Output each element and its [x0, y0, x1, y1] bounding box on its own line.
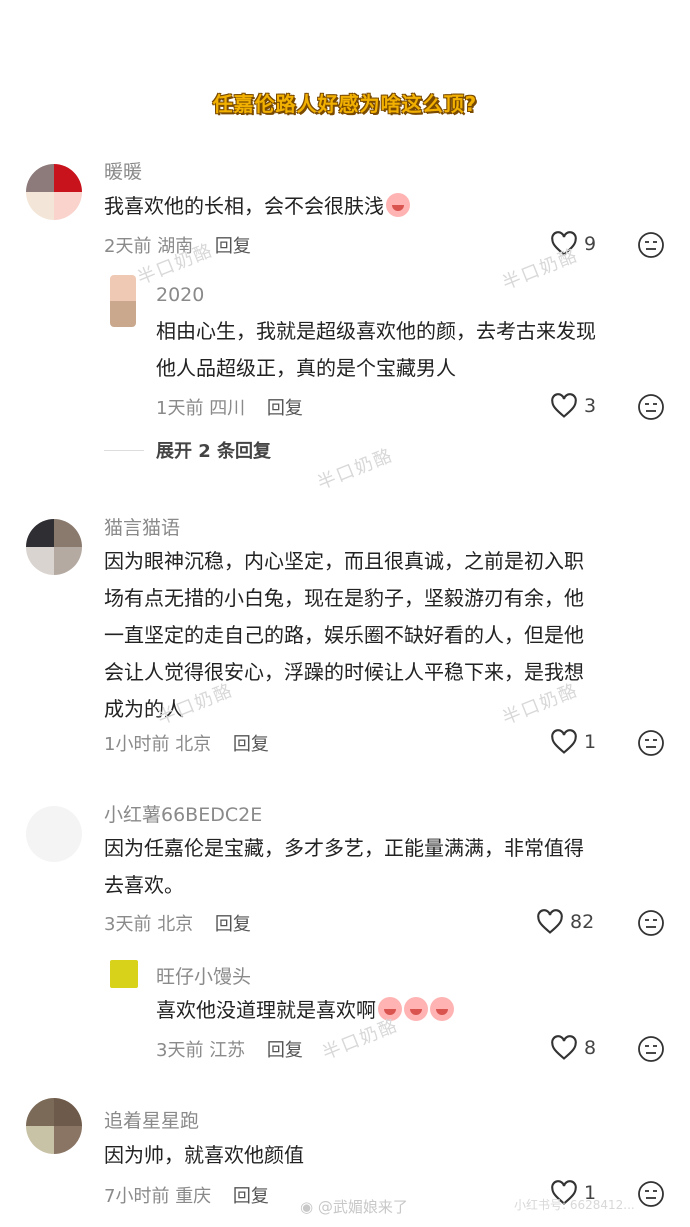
comment-time: 3天前 [104, 914, 152, 935]
header: 任嘉伦路人好感为啥这么顶? [0, 88, 690, 117]
comment-time: 2天前 [104, 236, 152, 257]
comment-text-line: 场有点无措的小白兔，现在是豹子，坚毅游刃有余，他 [104, 586, 584, 610]
like-button[interactable]: 82 [536, 909, 594, 935]
like-count: 8 [584, 1037, 597, 1059]
like-button[interactable]: 8 [550, 1035, 596, 1061]
reply-button[interactable]: 回复 [233, 1186, 269, 1207]
meh-face-icon[interactable] [637, 393, 665, 421]
reply-author[interactable]: 旺仔小馒头 [156, 962, 251, 989]
comment-location: 北京 [175, 734, 212, 755]
comment-text-line: 去喜欢。 [104, 873, 184, 897]
comment-text: 因为任嘉伦是宝藏，多才多艺，正能量满满，非常值得 去喜欢。 [104, 830, 584, 904]
meh-face-icon[interactable] [637, 909, 665, 937]
expand-replies[interactable]: 展开 2 条回复 [104, 437, 271, 463]
reply-avatar[interactable] [110, 960, 138, 988]
comment-author[interactable]: 小红薯66BEDC2E [104, 800, 262, 827]
comment-meta: 1小时前 北京 回复 [104, 730, 269, 756]
expand-replies-label: 展开 2 条回复 [156, 441, 272, 462]
reply-author[interactable]: 2020 [156, 284, 204, 306]
reply-button[interactable]: 回复 [267, 398, 303, 419]
meh-face-icon[interactable] [637, 729, 665, 757]
weibo-logo-icon: ◉ [300, 1198, 314, 1216]
heart-outline-icon [551, 393, 577, 418]
heart-outline-icon [551, 729, 577, 754]
comment-text: 因为帅，就喜欢他颜值 [104, 1143, 304, 1167]
meh-face-icon[interactable] [637, 1035, 665, 1063]
comment-text-content: 我喜欢他的长相，会不会很肤浅 [104, 194, 384, 218]
reply-button[interactable]: 回复 [215, 236, 251, 257]
comment-author[interactable]: 暖暖 [104, 157, 142, 184]
reply-text-line: 他人品超级正，真的是个宝藏男人 [156, 356, 456, 380]
reply-location: 江苏 [209, 1040, 246, 1061]
watermark: 半口奶酪 [314, 444, 397, 495]
avatar[interactable] [26, 806, 82, 862]
reply-meta: 3天前 江苏 回复 [156, 1036, 303, 1062]
reply-button[interactable]: 回复 [215, 914, 251, 935]
avatar[interactable] [26, 164, 82, 220]
reply-text-line: 相由心生，我就是超级喜欢他的颜，去考古来发现 [156, 319, 596, 343]
comment-time: 1小时前 [104, 734, 170, 755]
comment-location: 重庆 [175, 1186, 212, 1207]
reply-time: 3天前 [156, 1040, 204, 1061]
reply-text-content: 喜欢他没道理就是喜欢啊 [156, 998, 376, 1022]
reply-avatar[interactable] [110, 275, 136, 327]
comment-location: 北京 [157, 914, 194, 935]
like-count: 9 [584, 233, 597, 255]
shy-emoji-icon [430, 997, 454, 1021]
watermark: 半口奶酪 [499, 244, 582, 295]
heart-outline-icon [551, 1035, 577, 1060]
like-count: 3 [584, 395, 597, 417]
comment-author[interactable]: 追着星星跑 [104, 1106, 199, 1133]
heart-outline-icon [537, 909, 563, 934]
comment-time: 7小时前 [104, 1186, 170, 1207]
weibo-credit: ◉ @武媚娘来了 [300, 1196, 408, 1217]
comment-meta: 7小时前 重庆 回复 [104, 1182, 269, 1208]
divider [104, 449, 144, 451]
reply-meta: 1天前 四川 回复 [156, 394, 303, 420]
xhs-id: 小红书号: 6628412... [514, 1198, 635, 1212]
like-count: 1 [584, 731, 597, 753]
shy-emoji-icon [404, 997, 428, 1021]
reply-location: 四川 [209, 398, 246, 419]
like-count: 82 [570, 911, 595, 933]
reply-button[interactable]: 回复 [233, 734, 269, 755]
avatar[interactable] [26, 519, 82, 575]
avatar[interactable] [26, 1098, 82, 1154]
meh-face-icon[interactable] [637, 231, 665, 259]
reply-text: 相由心生，我就是超级喜欢他的颜，去考古来发现 他人品超级正，真的是个宝藏男人 [156, 313, 596, 387]
comment-text-line: 因为眼神沉稳，内心坚定，而且很真诚，之前是初入职 [104, 549, 584, 573]
meh-face-icon[interactable] [637, 1180, 665, 1208]
page-title: 任嘉伦路人好感为啥这么顶? [212, 92, 478, 116]
comment-text: 我喜欢他的长相，会不会很肤浅 [104, 188, 410, 225]
like-button[interactable]: 3 [550, 393, 596, 419]
reply-time: 1天前 [156, 398, 204, 419]
reply-button[interactable]: 回复 [267, 1040, 303, 1061]
comment-meta: 3天前 北京 回复 [104, 910, 251, 936]
comment-text-line: 因为任嘉伦是宝藏，多才多艺，正能量满满，非常值得 [104, 836, 584, 860]
weibo-handle: @武媚娘来了 [317, 1198, 408, 1216]
like-button[interactable]: 1 [550, 729, 596, 755]
comment-text-line: 会让人觉得很安心，浮躁的时候让人平稳下来，是我想 [104, 660, 584, 684]
reply-text: 喜欢他没道理就是喜欢啊 [156, 992, 454, 1029]
crying-emoji-icon [386, 193, 410, 217]
comment-text-line: 一直坚定的走自己的路，娱乐圈不缺好看的人，但是他 [104, 623, 584, 647]
comment-author[interactable]: 猫言猫语 [104, 513, 180, 540]
